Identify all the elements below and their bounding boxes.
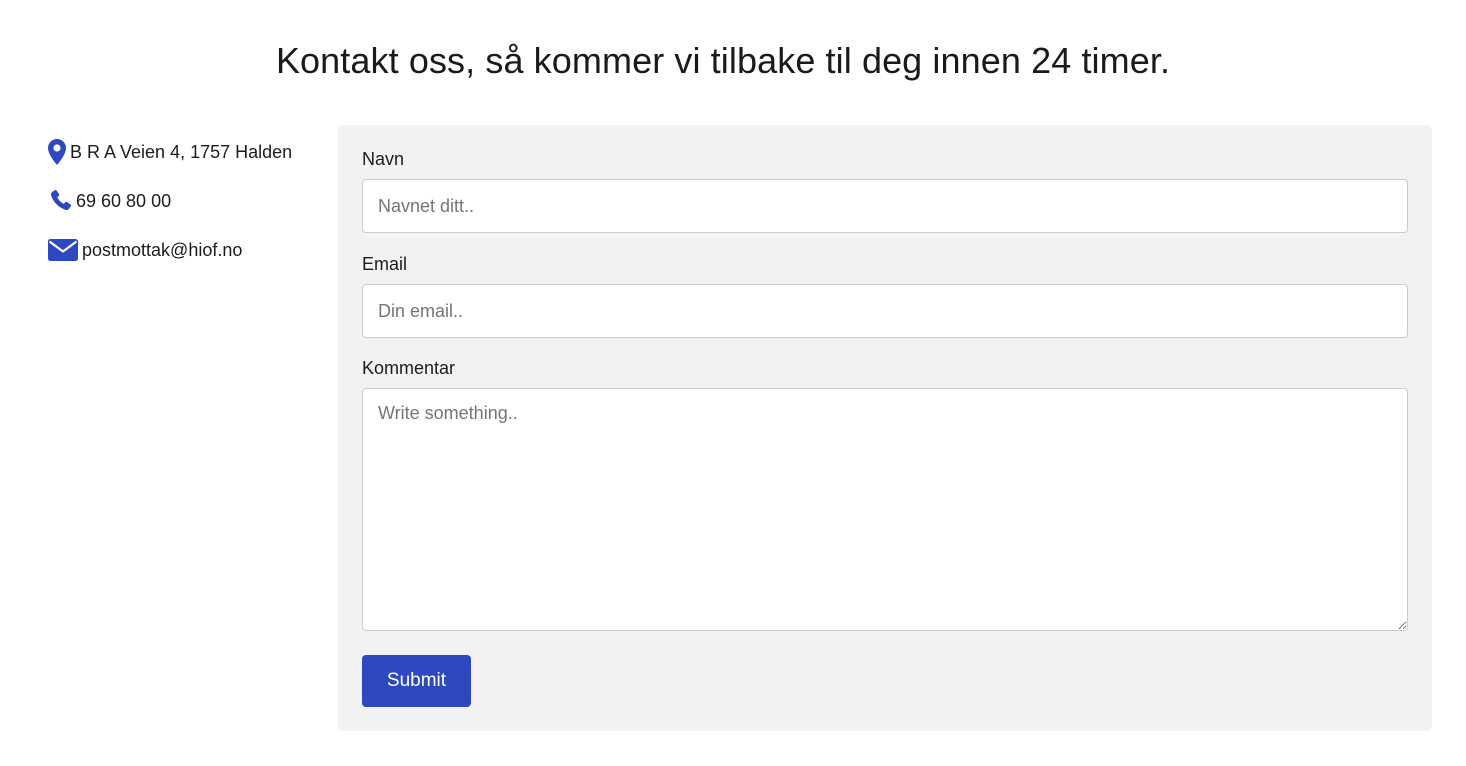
map-marker-icon [48, 139, 66, 165]
phone-icon [48, 189, 72, 213]
email-text: postmottak@hiof.no [82, 239, 243, 260]
address-text: B R A Veien 4, 1757 Halden [70, 141, 293, 162]
phone-text: 69 60 80 00 [76, 190, 172, 211]
contact-phone: 69 60 80 00 [48, 185, 328, 217]
contact-form: Navn Email Kommentar Submit [338, 125, 1432, 731]
contact-page: Kontakt oss, så kommer vi tilbake til de… [0, 0, 1466, 766]
name-input[interactable] [362, 179, 1408, 233]
page-title: Kontakt oss, så kommer vi tilbake til de… [275, 40, 1171, 81]
submit-button[interactable]: Submit [362, 655, 471, 707]
email-input[interactable] [362, 284, 1408, 338]
envelope-icon [48, 239, 78, 261]
contact-email: postmottak@hiof.no [48, 234, 328, 266]
contact-address: B R A Veien 4, 1757 Halden [48, 136, 328, 168]
comment-textarea[interactable] [362, 388, 1408, 631]
comment-label: Kommentar [362, 358, 456, 378]
name-label: Navn [362, 149, 405, 169]
contact-info-list: B R A Veien 4, 1757 Halden 69 60 80 00 p… [48, 136, 328, 283]
email-label: Email [362, 254, 408, 274]
